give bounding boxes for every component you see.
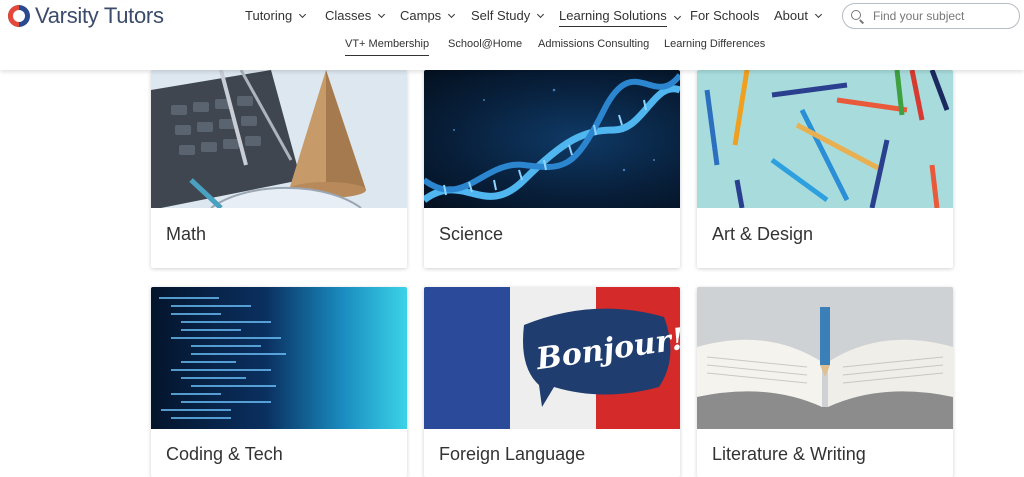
- card-title: Math: [166, 224, 207, 244]
- subnav-item-vt-membership[interactable]: VT+ Membership: [345, 38, 430, 56]
- chevron-down-icon: [537, 10, 545, 18]
- search-box[interactable]: [842, 3, 1020, 29]
- open-book-illustration: [697, 287, 953, 429]
- chevron-down-icon: [673, 12, 681, 20]
- search-icon: [851, 9, 864, 23]
- math-illustration: [151, 70, 407, 208]
- language-image: Bonjour!: [424, 287, 680, 429]
- dna-helix-illustration: [424, 73, 680, 203]
- subject-card-math[interactable]: Math: [151, 70, 407, 268]
- subnav-item-admissions-consulting[interactable]: Admissions Consulting: [538, 38, 649, 50]
- chevron-down-icon: [814, 10, 823, 18]
- coding-image: [151, 287, 407, 429]
- card-title: Art & Design: [712, 224, 814, 244]
- subject-card-art-design[interactable]: Art & Design: [697, 70, 953, 268]
- nav-item-learning-solutions[interactable]: Learning Solutions: [559, 8, 681, 27]
- nav-item-for-schools[interactable]: For Schools: [690, 8, 759, 23]
- card-title: Foreign Language: [439, 444, 586, 464]
- chevron-down-icon: [448, 10, 456, 18]
- varsity-tutors-logo-icon: [8, 5, 30, 27]
- logo[interactable]: Varsity Tutors: [8, 3, 164, 29]
- card-title: Coding & Tech: [166, 444, 283, 464]
- nav-item-classes[interactable]: Classes: [325, 8, 386, 23]
- nav-item-camps[interactable]: Camps: [400, 8, 456, 23]
- art-image: [697, 70, 953, 208]
- subnav-item-school-at-home[interactable]: School@Home: [448, 38, 522, 50]
- brand-name: Varsity Tutors: [35, 3, 164, 28]
- subject-card-science[interactable]: Science: [424, 70, 680, 268]
- nav-item-self-study[interactable]: Self Study: [471, 8, 545, 23]
- colored-pencils-illustration: [704, 70, 950, 208]
- card-title: Literature & Writing: [712, 444, 866, 464]
- nav-item-about[interactable]: About: [774, 8, 823, 23]
- literature-image: [697, 287, 953, 429]
- subject-card-literature-writing[interactable]: Literature & Writing: [697, 287, 953, 477]
- code-screen-illustration: [159, 297, 286, 419]
- search-input[interactable]: [873, 9, 1013, 23]
- card-title: Science: [439, 224, 504, 244]
- subject-card-coding-tech[interactable]: Coding & Tech: [151, 287, 407, 477]
- nav-item-tutoring[interactable]: Tutoring: [245, 8, 307, 23]
- subject-card-foreign-language[interactable]: Bonjour! Foreign Language: [424, 287, 680, 477]
- chevron-down-icon: [299, 10, 307, 18]
- site-header: Varsity Tutors Tutoring Classes Camps Se…: [0, 0, 1024, 70]
- science-image: [424, 70, 680, 208]
- math-image: [151, 70, 407, 208]
- subnav-item-learning-differences[interactable]: Learning Differences: [664, 38, 765, 50]
- chevron-down-icon: [378, 10, 386, 18]
